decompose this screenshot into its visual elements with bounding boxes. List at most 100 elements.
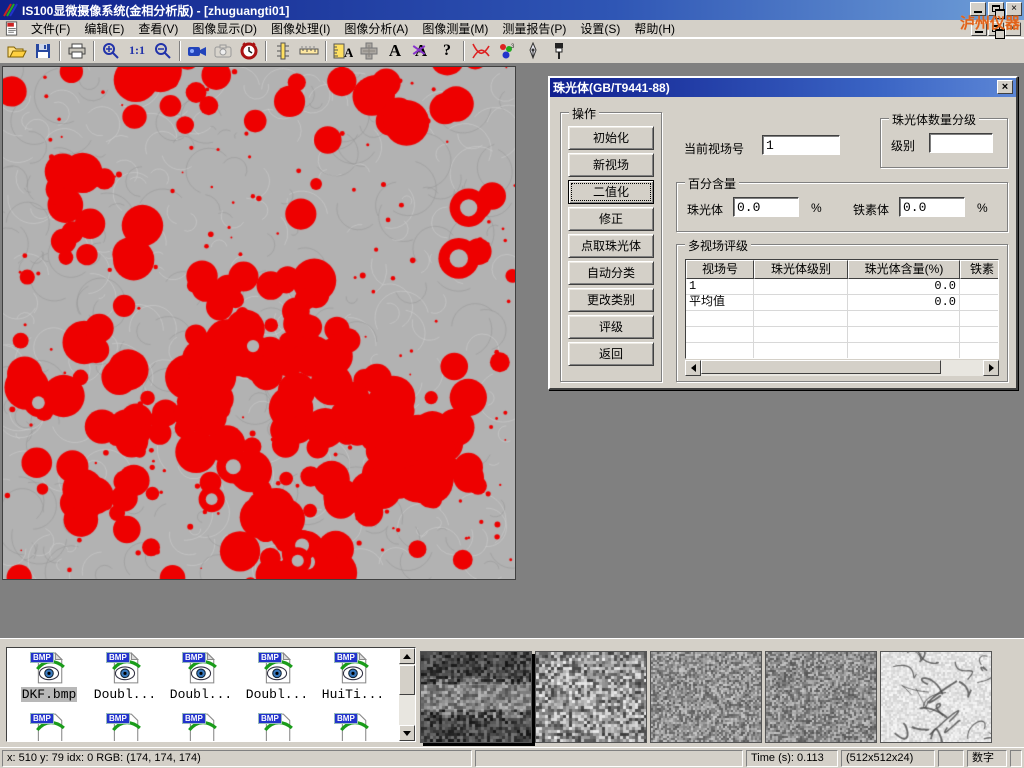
menu-edit[interactable]: 编辑(E) xyxy=(77,19,131,38)
menu-image-process[interactable]: 图像处理(I) xyxy=(264,19,337,38)
annotate-measure-button[interactable]: A xyxy=(331,40,355,62)
file-item[interactable]: BMP DKF.bmp xyxy=(11,651,87,703)
menu-report[interactable]: 测量报告(P) xyxy=(495,19,573,38)
menu-settings[interactable]: 设置(S) xyxy=(573,19,627,38)
app-logo-icon xyxy=(2,2,18,18)
bmp-file-icon[interactable]: BMP xyxy=(336,712,370,742)
thumbnail-2[interactable] xyxy=(535,651,647,743)
file-row-clipped: BMP BMP BMP BMP BMP xyxy=(7,709,415,742)
title-bar: IS100显微摄像系统(金相分析版) - [zhuguangti01] × 泸州… xyxy=(0,0,1024,20)
text-style-button[interactable]: A xyxy=(409,40,433,62)
bmp-file-icon[interactable]: BMP xyxy=(32,712,66,742)
grid-tool-button[interactable] xyxy=(357,40,381,62)
return-button[interactable]: 返回 xyxy=(568,342,654,366)
minimize-button[interactable] xyxy=(970,2,986,16)
current-field-input[interactable] xyxy=(762,135,840,155)
status-bar: x: 510 y: 79 idx: 0 RGB: (174, 174, 174)… xyxy=(0,747,1024,768)
zoom-actual-button[interactable]: 1:1 xyxy=(125,40,149,62)
thumbnail-4[interactable] xyxy=(765,651,877,743)
restore-button[interactable] xyxy=(988,2,1004,16)
multifield-table: 视场号 珠光体级别 珠光体含量(%) 铁素 1 0.0 平均值 0 xyxy=(685,259,999,359)
binarize-button[interactable]: 二值化 xyxy=(568,180,654,204)
child-minimize-button[interactable] xyxy=(971,22,987,36)
toolbar-separator xyxy=(59,41,61,61)
child-close-button[interactable]: × xyxy=(1005,22,1021,36)
multifield-group: 多视场评级 视场号 珠光体级别 珠光体含量(%) 铁素 1 0.0 xyxy=(676,244,1008,382)
pearlite-percent-input[interactable] xyxy=(733,197,799,217)
thumbnail-5[interactable] xyxy=(880,651,992,743)
zoom-out-button[interactable] xyxy=(151,40,175,62)
cell-ferrite xyxy=(960,295,999,310)
table-row[interactable]: 1 0.0 xyxy=(686,279,998,295)
bmp-file-icon[interactable]: BMP xyxy=(108,712,142,742)
print-button[interactable] xyxy=(65,40,89,62)
scrollbar-thumb[interactable] xyxy=(399,665,415,695)
photo-capture-button[interactable] xyxy=(211,40,235,62)
bmp-file-icon[interactable]: BMP xyxy=(184,712,218,742)
ruler-measure-button[interactable] xyxy=(297,40,321,62)
text-tool-button[interactable]: A xyxy=(383,40,407,62)
close-button[interactable]: × xyxy=(1006,2,1022,16)
open-file-button[interactable] xyxy=(5,40,29,62)
curve-tool-button[interactable] xyxy=(469,40,493,62)
table-row-empty xyxy=(686,327,998,343)
col-ferrite-header[interactable]: 铁素 xyxy=(960,260,999,279)
pick-pearlite-button[interactable]: 点取珠光体 xyxy=(568,234,654,258)
menu-image-analysis[interactable]: 图像分析(A) xyxy=(337,19,415,38)
scroll-down-button[interactable] xyxy=(399,725,415,741)
menu-file[interactable]: 文件(F) xyxy=(24,19,77,38)
thumbnail-3[interactable] xyxy=(650,651,762,743)
dialog-title-bar[interactable]: 珠光体(GB/T9441-88) × xyxy=(550,78,1016,97)
bmp-file-icon[interactable]: BMP xyxy=(260,712,294,742)
menu-view[interactable]: 查看(V) xyxy=(131,19,185,38)
scroll-right-button[interactable] xyxy=(983,360,999,376)
file-item[interactable]: BMP Doubl... xyxy=(163,651,239,703)
file-item[interactable]: BMP Doubl... xyxy=(239,651,315,703)
help-button[interactable]: ? xyxy=(435,40,459,62)
brush-tool-button[interactable] xyxy=(547,40,571,62)
auto-classify-button[interactable]: 自动分类 xyxy=(568,261,654,285)
save-button[interactable] xyxy=(31,40,55,62)
grade-input[interactable] xyxy=(929,133,993,153)
caliper-measure-button[interactable] xyxy=(271,40,295,62)
cell-pearlite: 0.0 xyxy=(848,295,960,310)
cell-grade xyxy=(754,295,848,310)
left-arrow-icon xyxy=(691,364,696,372)
scroll-left-button[interactable] xyxy=(685,360,701,376)
scrollbar-thumb[interactable] xyxy=(701,360,941,374)
col-grade-header[interactable]: 珠光体级别 xyxy=(754,260,848,279)
scrollbar-track[interactable] xyxy=(701,360,983,376)
menu-help[interactable]: 帮助(H) xyxy=(627,19,682,38)
correct-button[interactable]: 修正 xyxy=(568,207,654,231)
pen-tool-button[interactable] xyxy=(521,40,545,62)
toolbar-separator xyxy=(179,41,181,61)
operations-group: 操作 初始化 新视场 二值化 修正 点取珠光体 自动分类 更改类别 评级 返回 xyxy=(560,112,662,382)
timer-button[interactable] xyxy=(237,40,261,62)
scroll-up-button[interactable] xyxy=(399,648,415,664)
restore-icon xyxy=(992,25,1000,32)
bmp-badge: BMP xyxy=(182,652,206,663)
col-pearlite-header[interactable]: 珠光体含量(%) xyxy=(848,260,960,279)
rate-button[interactable]: 评级 xyxy=(568,315,654,339)
file-item[interactable]: BMP Doubl... xyxy=(87,651,163,703)
menu-image-display[interactable]: 图像显示(D) xyxy=(185,19,264,38)
minimize-icon xyxy=(975,31,983,33)
video-capture-button[interactable] xyxy=(185,40,209,62)
right-arrow-icon xyxy=(989,364,994,372)
new-field-button[interactable]: 新视场 xyxy=(568,153,654,177)
child-restore-button[interactable] xyxy=(988,22,1004,36)
col-field-header[interactable]: 视场号 xyxy=(686,260,754,279)
zoom-in-button[interactable] xyxy=(99,40,123,62)
binarized-pearlite-image[interactable] xyxy=(3,67,515,579)
file-item[interactable]: BMP HuiTi... xyxy=(315,651,391,703)
change-class-button[interactable]: 更改类别 xyxy=(568,288,654,312)
initialize-button[interactable]: 初始化 xyxy=(568,126,654,150)
ferrite-percent-input[interactable] xyxy=(899,197,965,217)
menu-image-measure[interactable]: 图像测量(M) xyxy=(415,19,495,38)
bottom-panel: BMP DKF.bmp BMP Doubl... BMP xyxy=(0,638,1024,747)
table-row[interactable]: 平均值 0.0 xyxy=(686,295,998,311)
video-camera-icon xyxy=(187,44,207,58)
phase-classify-button[interactable]: 3 xyxy=(495,40,519,62)
thumbnail-1[interactable] xyxy=(420,651,532,743)
dialog-close-button[interactable]: × xyxy=(997,80,1013,94)
